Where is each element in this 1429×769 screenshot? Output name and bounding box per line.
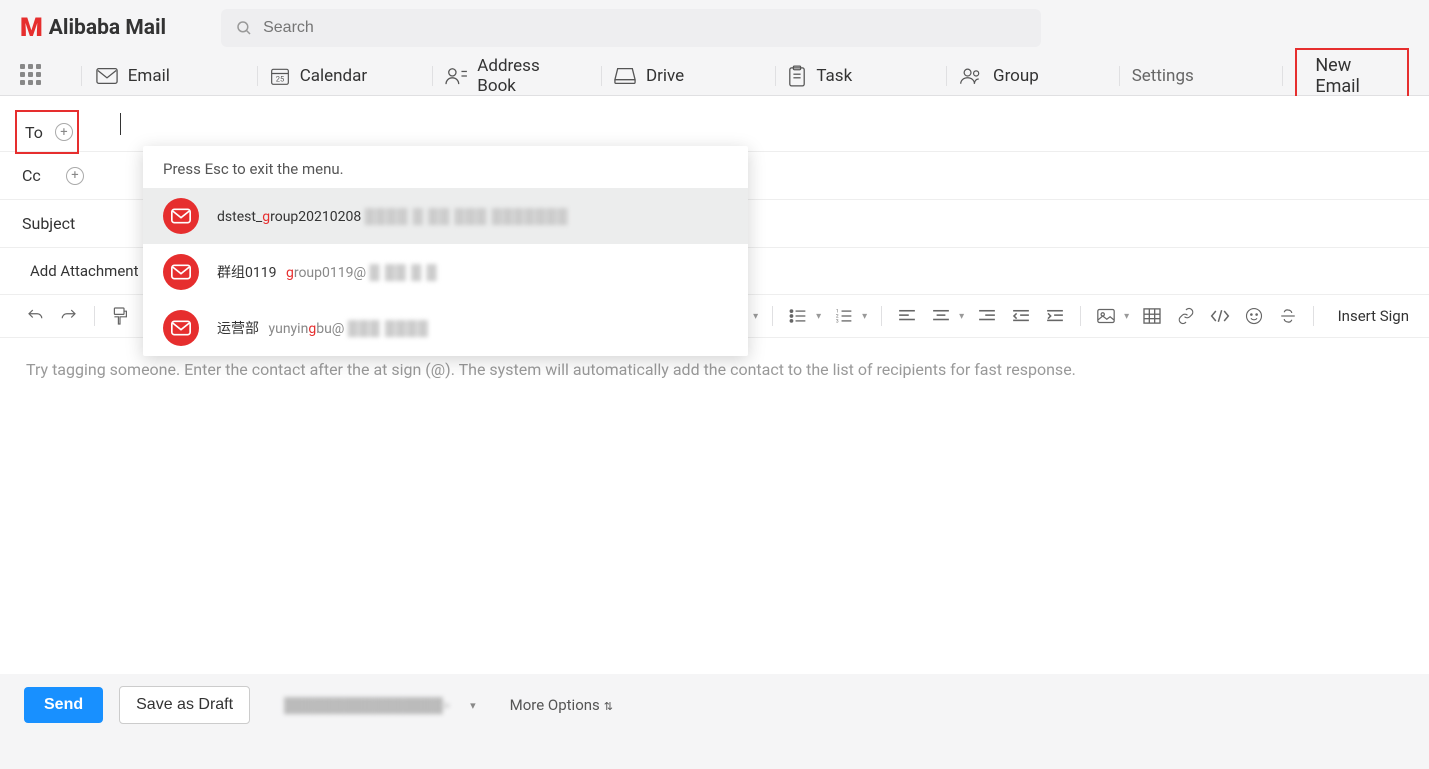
- nav-separator: [81, 66, 82, 86]
- drive-icon: [614, 67, 636, 85]
- suggestion-item[interactable]: 群组0119 group0119@ █ ██ █ █: [143, 244, 748, 300]
- nav-separator: [432, 66, 433, 86]
- to-row: [0, 96, 1429, 152]
- nav-calendar-label: Calendar: [300, 66, 367, 86]
- align-right-icon[interactable]: [972, 301, 1002, 331]
- group-icon: [959, 66, 983, 86]
- format-painter-icon[interactable]: [105, 301, 135, 331]
- align-center-icon[interactable]: [926, 301, 956, 331]
- nav-email-label: Email: [128, 66, 170, 86]
- nav-calendar[interactable]: 25 Calendar: [270, 56, 367, 96]
- nav-addressbook-label: Address Book: [477, 56, 564, 96]
- suggestion-item[interactable]: 运营部 yunyingbu@ ███ ████: [143, 300, 748, 356]
- app-logo: M Alibaba Mail: [20, 13, 166, 43]
- compose-area: To + Press Esc to exit the menu. dstest_…: [0, 96, 1429, 674]
- search-input[interactable]: [221, 9, 1041, 47]
- add-recipient-icon[interactable]: +: [55, 123, 73, 141]
- recipient-suggestion-dropdown: Press Esc to exit the menu. dstest_group…: [143, 146, 748, 356]
- editor-placeholder: Try tagging someone. Enter the contact a…: [26, 360, 1076, 379]
- nav-task-label: Task: [816, 66, 852, 86]
- chevron-down-icon[interactable]: ▾: [813, 301, 825, 331]
- chevron-down-icon[interactable]: ▾: [956, 301, 968, 331]
- apps-grid-button[interactable]: [20, 64, 41, 88]
- nav-separator: [946, 66, 947, 86]
- mail-avatar-icon: [163, 310, 199, 346]
- table-icon[interactable]: [1137, 301, 1167, 331]
- indent-increase-icon[interactable]: [1040, 301, 1070, 331]
- editor-body[interactable]: Try tagging someone. Enter the contact a…: [0, 338, 1429, 674]
- subject-label: Subject: [22, 214, 75, 233]
- calendar-icon: 25: [270, 66, 290, 86]
- cc-label: Cc: [22, 166, 42, 185]
- chevron-down-icon[interactable]: ▾: [750, 301, 762, 331]
- contact-icon: [445, 66, 467, 86]
- send-button[interactable]: Send: [24, 687, 103, 723]
- app-name: Alibaba Mail: [49, 16, 166, 40]
- nav-drive-label: Drive: [646, 66, 684, 86]
- chevron-down-icon[interactable]: ▾: [470, 699, 476, 712]
- nav-drive[interactable]: Drive: [614, 56, 684, 96]
- nav-separator: [601, 66, 602, 86]
- nav-separator: [1282, 66, 1283, 86]
- nav-address-book[interactable]: Address Book: [445, 56, 564, 96]
- emoji-icon[interactable]: [1239, 301, 1269, 331]
- logo-mark: M: [20, 13, 43, 43]
- search-wrap: [221, 9, 1041, 47]
- insert-signature-button[interactable]: Insert Sign: [1324, 307, 1409, 325]
- add-cc-icon[interactable]: +: [66, 167, 84, 185]
- nav-separator: [775, 66, 776, 86]
- updown-icon: ⇅: [604, 700, 613, 713]
- main-nav: Email 25 Calendar Address Book Drive Tas…: [0, 56, 1429, 96]
- mail-icon: [96, 67, 118, 85]
- mail-avatar-icon: [163, 198, 199, 234]
- nav-settings[interactable]: Settings: [1132, 56, 1194, 96]
- nav-separator: [1119, 66, 1120, 86]
- new-email-label: New Email: [1315, 55, 1360, 97]
- to-input[interactable]: [121, 115, 131, 133]
- strikethrough-icon[interactable]: [1273, 301, 1303, 331]
- nav-email[interactable]: Email: [96, 56, 170, 96]
- from-address[interactable]: ████████████████>: [284, 697, 450, 714]
- nav-settings-label: Settings: [1132, 66, 1194, 86]
- cc-input[interactable]: [84, 168, 94, 183]
- chevron-down-icon[interactable]: ▾: [859, 301, 871, 331]
- svg-text:3: 3: [835, 319, 838, 324]
- save-draft-button[interactable]: Save as Draft: [119, 686, 250, 724]
- code-icon[interactable]: [1205, 301, 1235, 331]
- image-icon[interactable]: [1091, 301, 1121, 331]
- nav-group-label: Group: [993, 66, 1039, 86]
- mail-avatar-icon: [163, 254, 199, 290]
- ordered-list-icon[interactable]: 123: [829, 301, 859, 331]
- align-left-icon[interactable]: [892, 301, 922, 331]
- svg-text:25: 25: [275, 74, 283, 83]
- suggestion-text: 运营部 yunyingbu@ ███ ████: [217, 318, 429, 338]
- search-icon: [235, 19, 253, 37]
- chevron-down-icon[interactable]: ▾: [1121, 301, 1133, 331]
- dropdown-hint: Press Esc to exit the menu.: [143, 146, 748, 188]
- link-icon[interactable]: [1171, 301, 1201, 331]
- redo-icon[interactable]: [54, 301, 84, 331]
- top-bar: M Alibaba Mail: [0, 0, 1429, 56]
- suggestion-text: dstest_group20210208 ████ █ ██ ███ █████…: [217, 208, 568, 225]
- undo-icon[interactable]: [20, 301, 50, 331]
- nav-task[interactable]: Task: [788, 56, 852, 96]
- unordered-list-icon[interactable]: [783, 301, 813, 331]
- more-options-button[interactable]: More Options⇅: [510, 696, 613, 714]
- to-label: To: [25, 123, 43, 142]
- suggestion-text: 群组0119 group0119@ █ ██ █ █: [217, 262, 438, 282]
- task-icon: [788, 65, 806, 87]
- nav-group[interactable]: Group: [959, 56, 1039, 96]
- indent-decrease-icon[interactable]: [1006, 301, 1036, 331]
- to-field-highlight[interactable]: To +: [15, 110, 79, 154]
- bottom-bar: Send Save as Draft ████████████████> ▾ M…: [0, 674, 1429, 736]
- nav-separator: [257, 66, 258, 86]
- suggestion-item[interactable]: dstest_group20210208 ████ █ ██ ███ █████…: [143, 188, 748, 244]
